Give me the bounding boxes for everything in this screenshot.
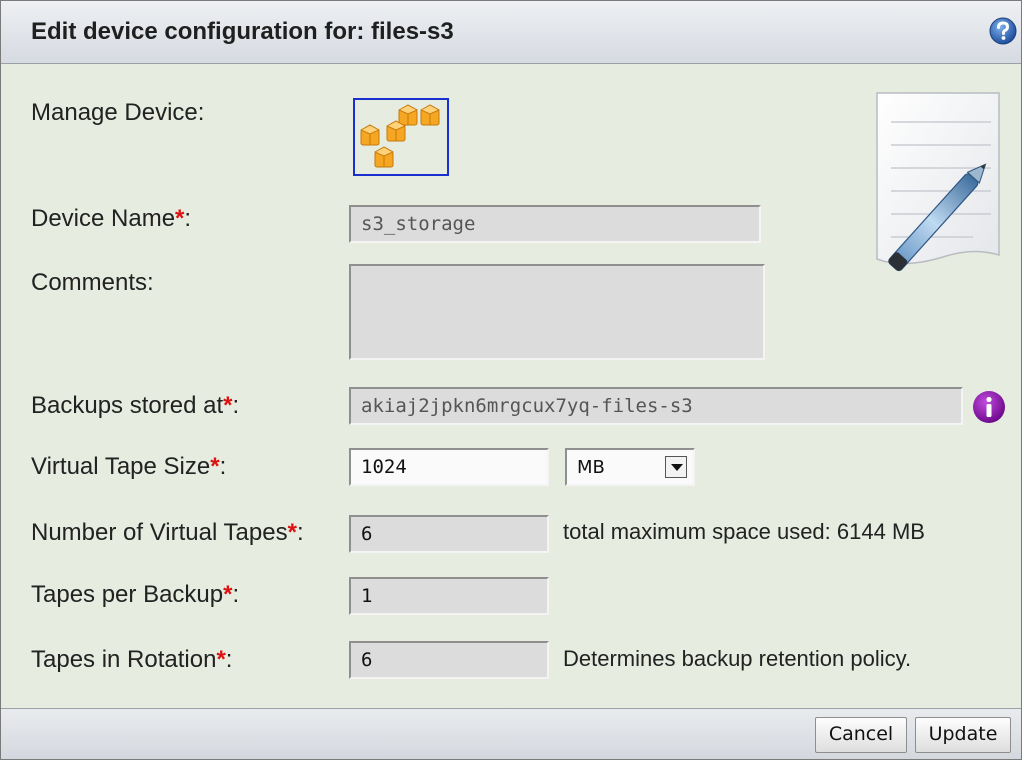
- device-name-label: Device Name*:: [31, 205, 192, 232]
- max-space-note: total maximum space used: 6144 MB: [563, 519, 925, 544]
- dialog-titlebar: Edit device configuration for: files-s3: [1, 1, 1021, 64]
- device-name-field[interactable]: s3_storage: [349, 205, 761, 243]
- tape-size-unit-select[interactable]: MB: [565, 448, 695, 486]
- chevron-down-icon[interactable]: [665, 456, 687, 478]
- tapes-in-rotation-label: Tapes in Rotation*:: [31, 646, 233, 673]
- update-button[interactable]: Update: [915, 717, 1011, 753]
- dialog-footer: Cancel Update: [1, 708, 1021, 759]
- required-marker: *: [216, 646, 226, 673]
- backups-stored-field[interactable]: akiaj2jpkn6mrgcux7yq-files-s3: [349, 387, 963, 425]
- virtual-tape-size-field[interactable]: 1024: [349, 448, 549, 486]
- document-pencil-icon: [876, 92, 1000, 272]
- edit-device-dialog: Edit device configuration for: files-s3 …: [0, 0, 1022, 760]
- cancel-button[interactable]: Cancel: [815, 717, 907, 753]
- comments-textarea[interactable]: [349, 264, 765, 360]
- num-virtual-tapes-label: Number of Virtual Tapes*:: [31, 519, 304, 546]
- tapes-per-backup-field[interactable]: 1: [349, 577, 549, 615]
- info-icon[interactable]: [972, 390, 1006, 424]
- tape-size-unit-value: MB: [577, 457, 605, 478]
- required-marker: *: [210, 453, 220, 480]
- virtual-tape-size-label: Virtual Tape Size*:: [31, 453, 227, 480]
- manage-device-label: Manage Device:: [31, 99, 205, 126]
- required-marker: *: [287, 519, 297, 546]
- num-virtual-tapes-field[interactable]: 6: [349, 515, 549, 553]
- tapes-in-rotation-field[interactable]: 6: [349, 641, 549, 679]
- backups-stored-label: Backups stored at*:: [31, 392, 240, 419]
- dialog-title: Edit device configuration for: files-s3: [31, 18, 454, 45]
- aws-cubes-icon[interactable]: [353, 98, 449, 176]
- comments-label: Comments:: [31, 269, 154, 296]
- required-marker: *: [175, 205, 185, 232]
- retention-policy-note: Determines backup retention policy.: [563, 646, 912, 671]
- tapes-per-backup-label: Tapes per Backup*:: [31, 581, 240, 608]
- help-icon[interactable]: [989, 17, 1017, 45]
